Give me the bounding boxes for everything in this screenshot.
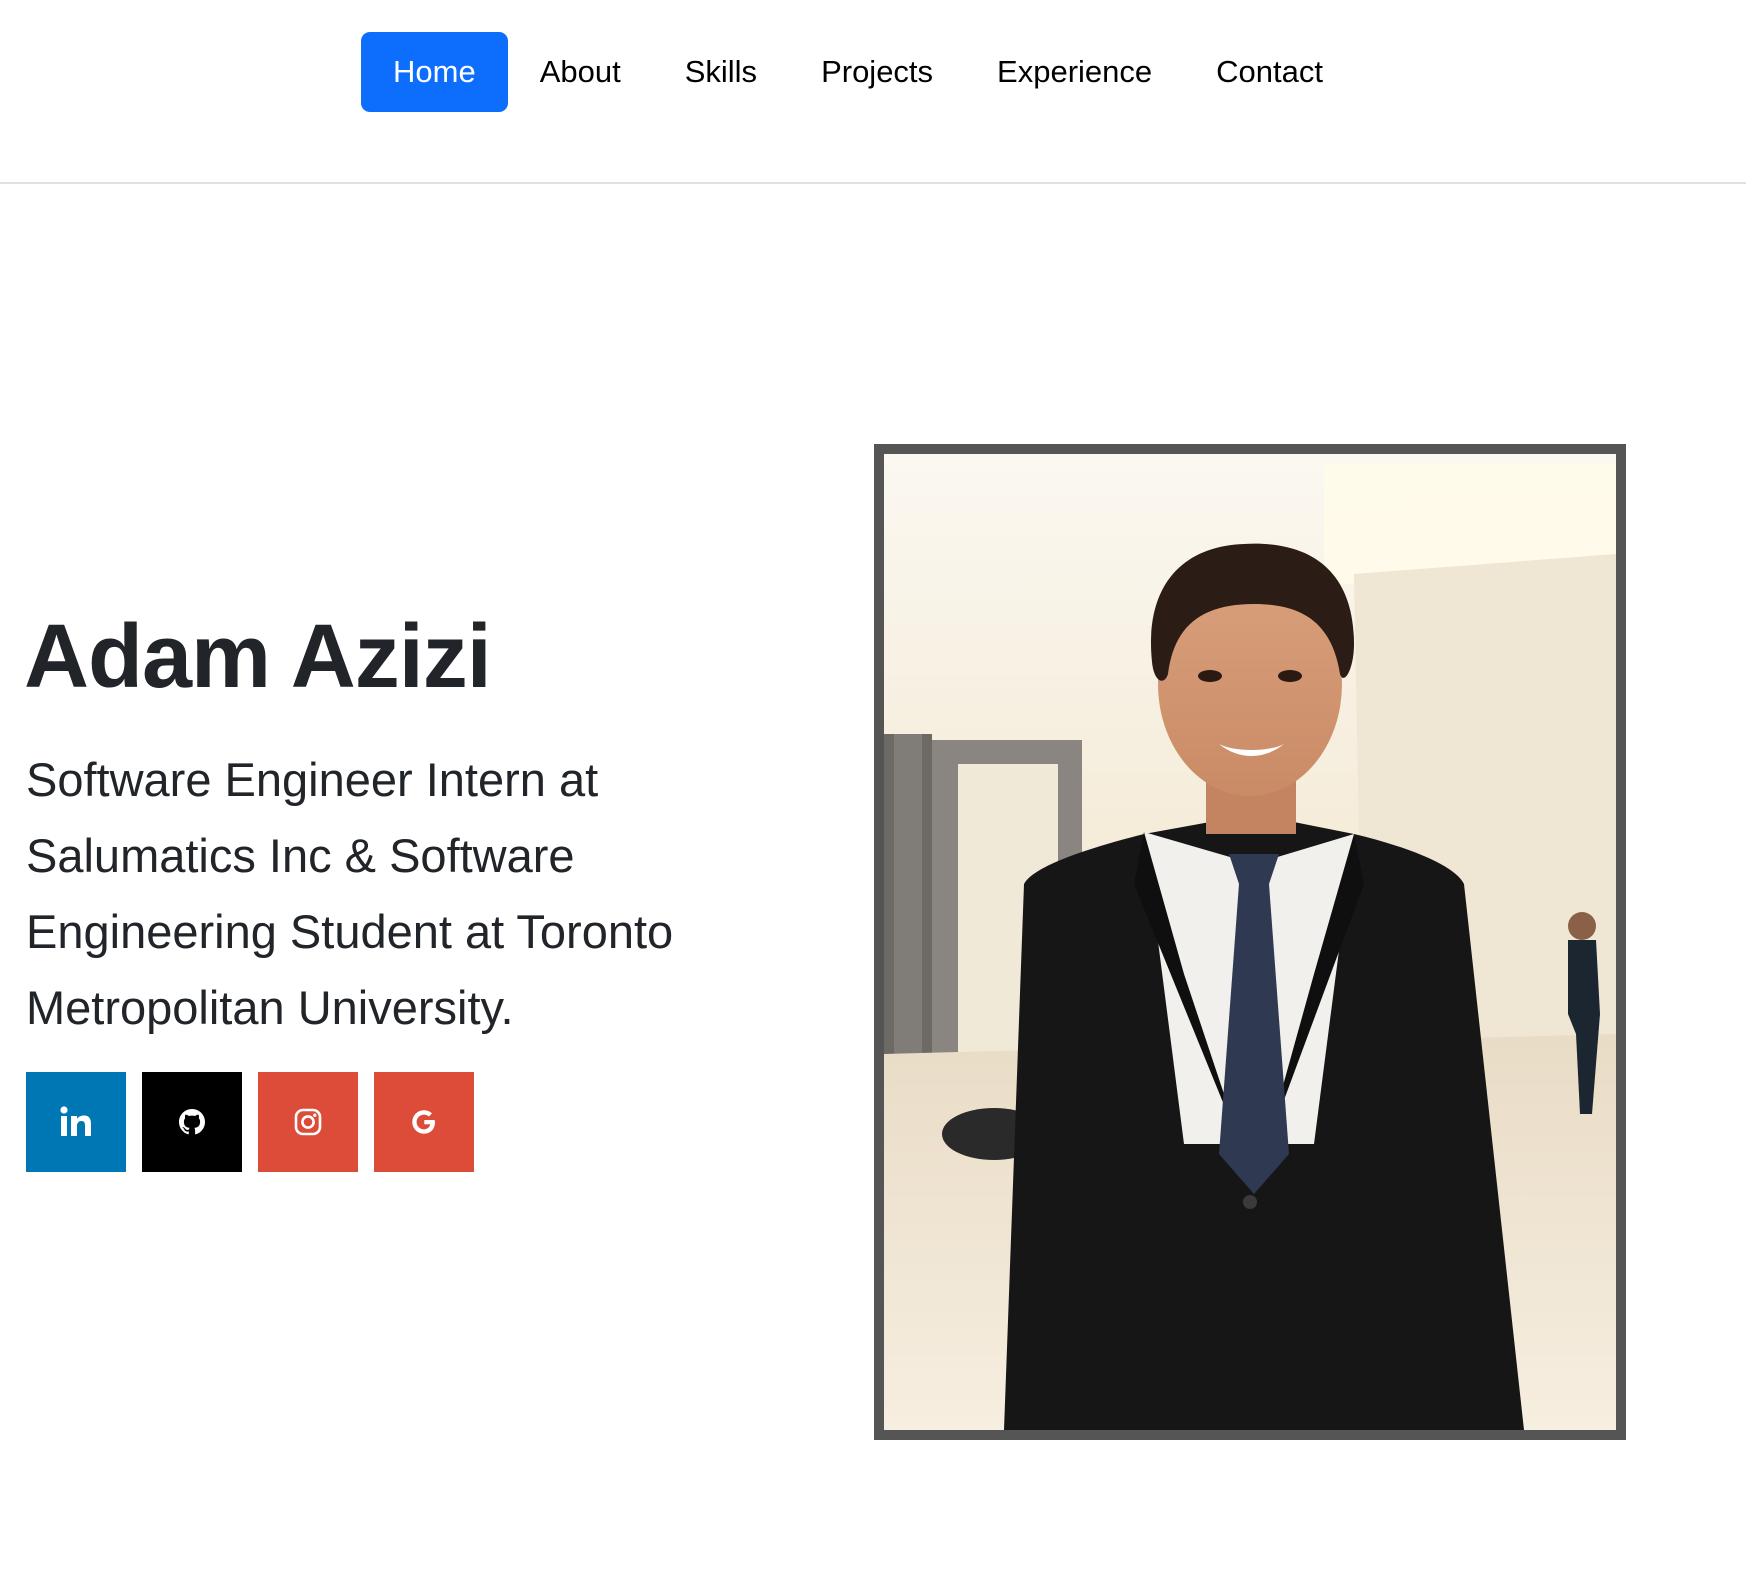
instagram-button[interactable] bbox=[258, 1072, 358, 1172]
linkedin-button[interactable] bbox=[26, 1072, 126, 1172]
nav-list: Home About Skills Projects Experience Co… bbox=[361, 32, 1355, 112]
google-icon bbox=[409, 1107, 439, 1137]
social-links bbox=[26, 1072, 474, 1172]
profile-photo-image bbox=[884, 454, 1616, 1430]
top-navbar: Home About Skills Projects Experience Co… bbox=[0, 0, 1746, 184]
hero-name: Adam Azizi bbox=[24, 607, 492, 707]
instagram-icon bbox=[293, 1107, 323, 1137]
profile-photo bbox=[874, 444, 1626, 1440]
nav-home-link[interactable]: Home bbox=[361, 32, 508, 112]
nav-contact-link[interactable]: Contact bbox=[1184, 32, 1355, 112]
nav-projects-link[interactable]: Projects bbox=[789, 32, 965, 112]
google-button[interactable] bbox=[374, 1072, 474, 1172]
linkedin-icon bbox=[59, 1105, 93, 1139]
github-button[interactable] bbox=[142, 1072, 242, 1172]
nav-about-link[interactable]: About bbox=[508, 32, 653, 112]
nav-skills-link[interactable]: Skills bbox=[653, 32, 789, 112]
nav-experience-link[interactable]: Experience bbox=[965, 32, 1184, 112]
github-icon bbox=[177, 1107, 207, 1137]
hero-subtitle: Software Engineer Intern at Salumatics I… bbox=[26, 753, 674, 1034]
